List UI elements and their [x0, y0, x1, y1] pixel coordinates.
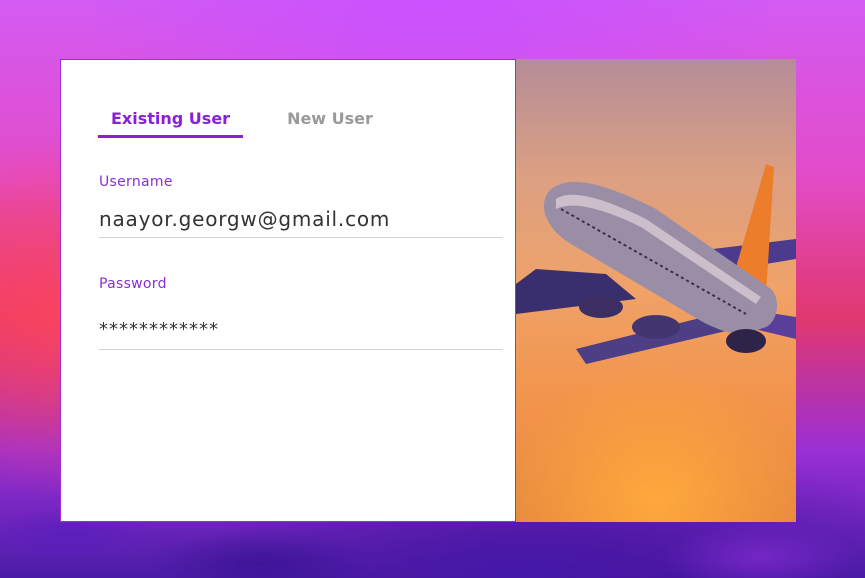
password-label: Password [99, 276, 167, 292]
tab-new-user[interactable]: New User [287, 106, 386, 138]
tab-existing-user[interactable]: Existing User [98, 106, 244, 138]
login-tabs: Existing User New User [98, 106, 386, 138]
engine-right [632, 315, 681, 339]
engine-left [579, 296, 624, 318]
tail-cone [726, 329, 767, 353]
password-field-group: Password [99, 276, 503, 350]
password-input[interactable] [99, 310, 503, 350]
login-card: Existing User New User Username Password [60, 59, 796, 522]
username-label: Username [99, 174, 173, 190]
airplane-illustration [516, 164, 796, 364]
airplane-photo [516, 59, 796, 522]
username-field-group: Username [99, 174, 503, 238]
username-input[interactable] [99, 200, 503, 238]
login-form-panel: Existing User New User Username Password [60, 59, 517, 522]
